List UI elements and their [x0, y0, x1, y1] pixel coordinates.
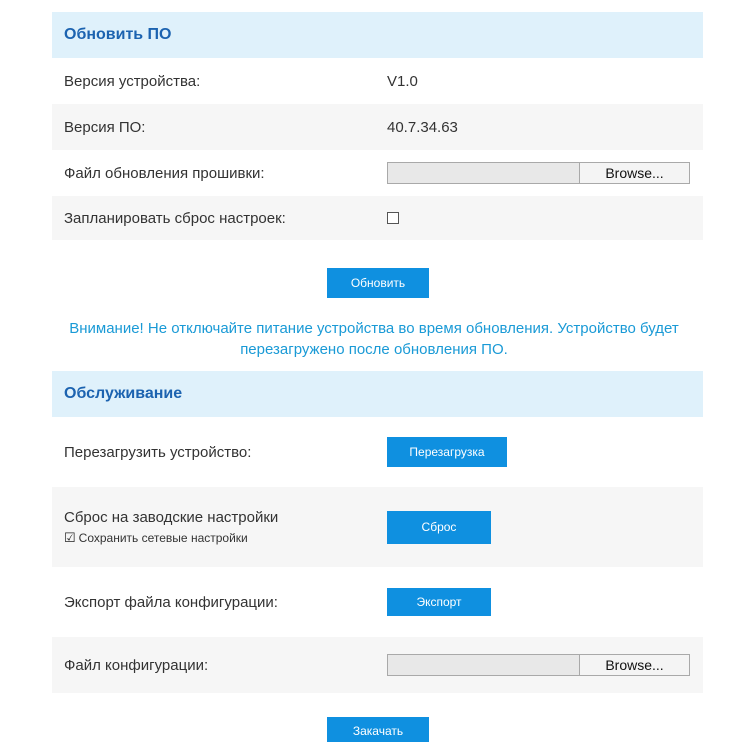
config-file-input[interactable]: Browse...: [387, 654, 690, 676]
config-file-row: Файл конфигурации: Browse...: [52, 637, 703, 693]
config-file-label: Файл конфигурации:: [64, 656, 209, 674]
firmware-version-row: Версия ПО: 40.7.34.63: [52, 104, 703, 150]
firmware-version-label: Версия ПО:: [64, 118, 146, 136]
keep-network-label: Сохранить сетевые настройки: [78, 530, 248, 545]
reset-button[interactable]: Сброс: [387, 510, 491, 544]
firmware-browse-button[interactable]: Browse...: [579, 163, 689, 183]
maintenance-panel: Обслуживание Перезагрузить устройство: П…: [52, 371, 703, 693]
firmware-file-row: Файл обновления прошивки: Browse...: [52, 150, 703, 196]
upgrade-panel-title: Обновить ПО: [52, 12, 703, 58]
schedule-reset-label: Запланировать сброс настроек:: [64, 209, 286, 227]
upgrade-warning-line2: перезагружено после обновления ПО.: [240, 341, 508, 358]
update-button[interactable]: Обновить: [327, 268, 429, 298]
factory-reset-label: Сброс на заводские настройки: [64, 508, 279, 526]
upload-button[interactable]: Закачать: [327, 717, 429, 742]
reboot-label: Перезагрузить устройство:: [64, 443, 252, 461]
export-label: Экспорт файла конфигурации:: [64, 593, 278, 611]
maintenance-panel-title: Обслуживание: [52, 371, 703, 417]
factory-reset-row: Сброс на заводские настройки ☑ Сохранить…: [52, 487, 703, 567]
firmware-version-value: 40.7.34.63: [387, 118, 458, 136]
device-version-row: Версия устройства: V1.0: [52, 58, 703, 104]
upgrade-warning-line1: Внимание! Не отключайте питание устройст…: [69, 320, 679, 337]
upgrade-panel: Обновить ПО Версия устройства: V1.0 Верс…: [52, 12, 703, 240]
config-browse-button[interactable]: Browse...: [579, 655, 689, 675]
schedule-reset-checkbox[interactable]: [387, 212, 399, 224]
factory-reset-cell: Сброс на заводские настройки ☑ Сохранить…: [52, 509, 387, 546]
export-button[interactable]: Экспорт: [387, 588, 491, 616]
keep-network-checkbox[interactable]: ☑: [64, 530, 76, 546]
schedule-reset-row: Запланировать сброс настроек:: [52, 196, 703, 240]
firmware-file-label: Файл обновления прошивки:: [64, 164, 265, 182]
firmware-file-input[interactable]: Browse...: [387, 162, 690, 184]
device-version-value: V1.0: [387, 72, 418, 90]
keep-network-option: ☑ Сохранить сетевые настройки: [64, 530, 387, 546]
upgrade-warning: Внимание! Не отключайте питание устройст…: [0, 318, 748, 360]
export-row: Экспорт файла конфигурации: Экспорт: [52, 567, 703, 637]
reboot-button[interactable]: Перезагрузка: [387, 437, 507, 467]
reboot-row: Перезагрузить устройство: Перезагрузка: [52, 417, 703, 487]
device-version-label: Версия устройства:: [64, 72, 201, 90]
